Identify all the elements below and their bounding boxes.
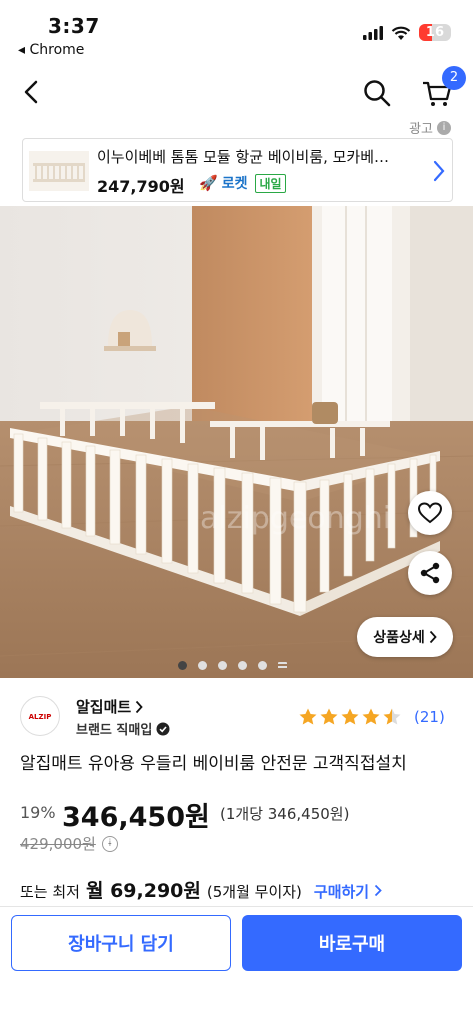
brand-direct-label: 브랜드 직매입 — [76, 723, 153, 738]
heart-icon — [417, 502, 443, 524]
ad-product-title: 이누이베베 톰톰 모듈 항균 베이비룸, 모카베… — [97, 148, 390, 166]
original-price: 429,000원 i — [20, 833, 118, 854]
installment-prefix: 또는 최저 — [20, 883, 80, 901]
star-icon — [362, 708, 380, 725]
seller-name: 알집매트 — [76, 698, 132, 716]
add-to-cart-button[interactable]: 장바구니 담기 — [11, 915, 231, 971]
like-button[interactable] — [408, 491, 452, 535]
app-header — [0, 66, 473, 118]
pagination-dot[interactable] — [178, 661, 187, 670]
sale-price: 346,450원 — [62, 802, 210, 833]
original-price-value: 429,000원 — [20, 835, 96, 853]
review-count[interactable]: (21) — [414, 708, 445, 726]
chevron-right-icon — [375, 884, 383, 897]
chevron-right-icon — [136, 700, 143, 713]
cart-count-badge: 2 — [442, 66, 466, 90]
chevron-right-icon — [429, 630, 437, 644]
star-icon — [383, 708, 401, 725]
share-button[interactable] — [408, 551, 452, 595]
product-title: 알집매트 유아용 우들리 베이비룸 안전문 고객직접설치 — [20, 754, 407, 774]
back-to-app-link[interactable]: ◂ Chrome — [18, 42, 84, 58]
unit-price: (1개당 346,450원) — [220, 805, 350, 823]
status-time: 3:37 — [48, 14, 100, 38]
battery-level: 16 — [425, 25, 444, 40]
gallery-pagination[interactable] — [178, 661, 287, 670]
seller-link[interactable]: 알집매트 — [76, 696, 143, 717]
info-icon[interactable]: i — [101, 835, 118, 852]
chevron-right-icon — [433, 160, 445, 182]
star-icon — [341, 708, 359, 725]
ad-label: 광고 i — [409, 118, 451, 137]
star-icon — [320, 708, 338, 725]
product-detail-label: 상품상세 — [373, 630, 425, 646]
rocket-delivery-badge: 🚀 로켓 내일 — [199, 173, 286, 193]
star-icon — [299, 708, 317, 725]
brand-direct-badge: 브랜드 직매입 — [76, 719, 170, 738]
installment-terms: (5개월 무이자) — [206, 883, 302, 901]
installment-row: 또는 최저 월 69,290원 (5개월 무이자) 구매하기 — [20, 876, 383, 903]
product-image-gallery[interactable]: alzipgeonghi — [0, 206, 473, 678]
ad-product-price: 247,790원 — [97, 177, 185, 196]
watermark-text: alzipgeonghi — [200, 501, 391, 536]
installment-buy-label: 구매하기 — [313, 883, 370, 901]
pagination-dot[interactable] — [238, 661, 247, 670]
installment-amount: 월 69,290원 — [85, 880, 201, 902]
divider — [0, 906, 473, 907]
back-arrow-icon[interactable] — [18, 76, 46, 108]
discount-rate: 19% — [20, 803, 56, 822]
rating-stars[interactable] — [298, 707, 402, 727]
status-icons: 16 — [362, 24, 451, 41]
search-icon[interactable] — [362, 78, 392, 108]
brand-logo[interactable]: ALZIP mat — [20, 696, 60, 736]
installment-buy-link[interactable]: 구매하기 — [313, 881, 383, 902]
status-bar: 3:37 ◂ Chrome 16 — [0, 0, 473, 66]
pagination-dot[interactable] — [218, 661, 227, 670]
ad-label-text: 광고 — [409, 122, 433, 137]
cellular-signal-icon — [362, 25, 383, 40]
pagination-dot[interactable] — [258, 661, 267, 670]
share-icon — [420, 562, 440, 584]
battery-indicator: 16 — [418, 24, 451, 41]
rocket-icon: 🚀 — [199, 174, 218, 192]
more-pages-icon[interactable] — [278, 661, 287, 670]
sponsored-product-banner[interactable]: 이누이베베 톰톰 모듈 항균 베이비룸, 모카베… 247,790원 🚀 로켓 … — [22, 138, 453, 202]
delivery-tomorrow-badge: 내일 — [255, 173, 286, 193]
pagination-dot[interactable] — [198, 661, 207, 670]
product-photo: alzipgeonghi — [0, 206, 473, 678]
buy-now-button[interactable]: 바로구매 — [242, 915, 462, 971]
rocket-label: 로켓 — [221, 176, 248, 192]
wifi-icon — [391, 26, 411, 40]
verified-check-icon — [156, 722, 170, 735]
info-icon[interactable]: i — [437, 120, 451, 135]
ad-product-thumbnail — [29, 151, 89, 191]
product-detail-button[interactable]: 상품상세 — [357, 617, 453, 657]
